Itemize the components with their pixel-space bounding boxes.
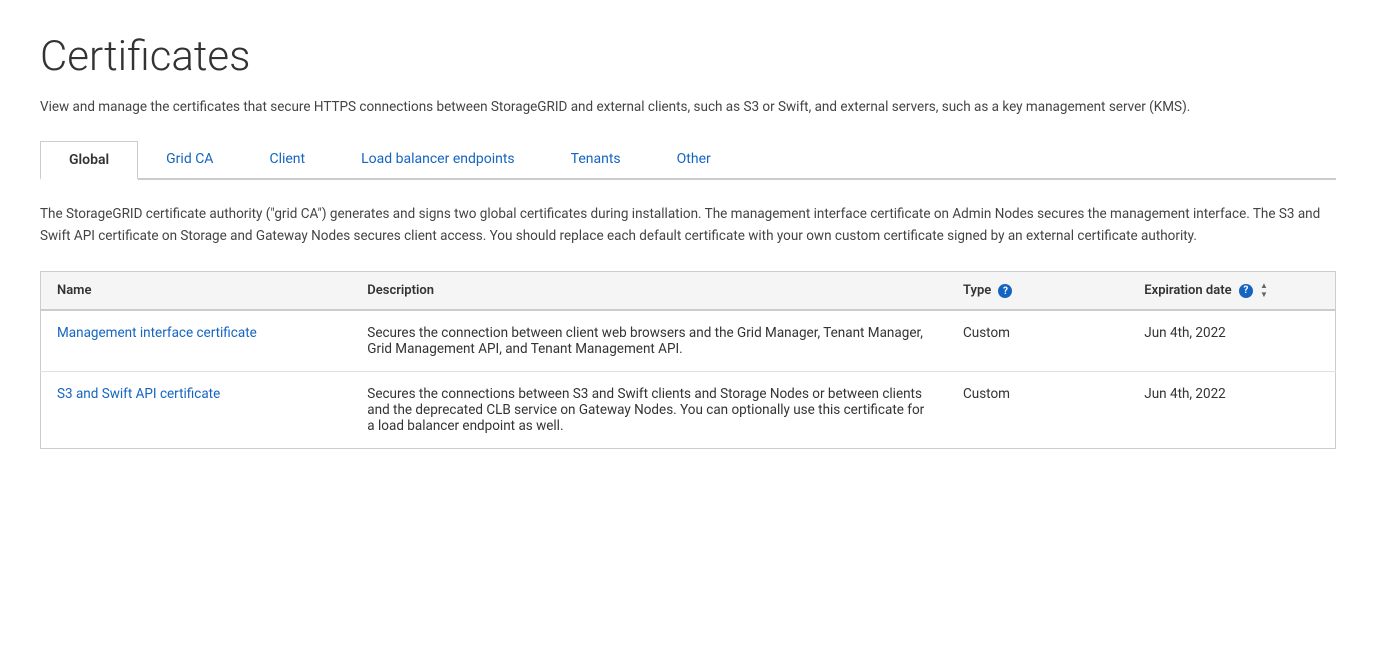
- page-title: Certificates: [40, 32, 1336, 81]
- col-header-type: Type ?: [947, 272, 1128, 311]
- tabs-container: Global Grid CA Client Load balancer endp…: [40, 141, 1336, 180]
- certificates-table: Name Description Type ? Expiration date …: [40, 271, 1336, 449]
- s3-cert-type: Custom: [947, 372, 1128, 449]
- tab-grid-ca[interactable]: Grid CA: [138, 141, 241, 178]
- table-row: S3 and Swift API certificate Secures the…: [41, 372, 1336, 449]
- section-description: The StorageGRID certificate authority ("…: [40, 204, 1336, 247]
- tab-tenants[interactable]: Tenants: [543, 141, 649, 178]
- expiration-sort-icon[interactable]: [1260, 282, 1268, 299]
- s3-cert-description: Secures the connections between S3 and S…: [351, 372, 947, 449]
- management-cert-description: Secures the connection between client we…: [351, 310, 947, 372]
- tab-client[interactable]: Client: [241, 141, 333, 178]
- col-header-description: Description: [351, 272, 947, 311]
- s3-cert-expiration: Jun 4th, 2022: [1128, 372, 1335, 449]
- management-cert-link[interactable]: Management interface certificate: [57, 325, 257, 341]
- type-help-icon[interactable]: ?: [998, 284, 1012, 298]
- expiration-help-icon[interactable]: ?: [1239, 284, 1253, 298]
- s3-cert-link[interactable]: S3 and Swift API certificate: [57, 386, 220, 402]
- tab-load-balancer[interactable]: Load balancer endpoints: [333, 141, 543, 178]
- table-row: Management interface certificate Secures…: [41, 310, 1336, 372]
- page-description: View and manage the certificates that se…: [40, 97, 1336, 117]
- tab-global[interactable]: Global: [40, 141, 138, 180]
- col-header-expiration: Expiration date ?: [1128, 272, 1335, 311]
- tab-other[interactable]: Other: [649, 141, 739, 178]
- management-cert-type: Custom: [947, 310, 1128, 372]
- col-header-name: Name: [41, 272, 352, 311]
- management-cert-expiration: Jun 4th, 2022: [1128, 310, 1335, 372]
